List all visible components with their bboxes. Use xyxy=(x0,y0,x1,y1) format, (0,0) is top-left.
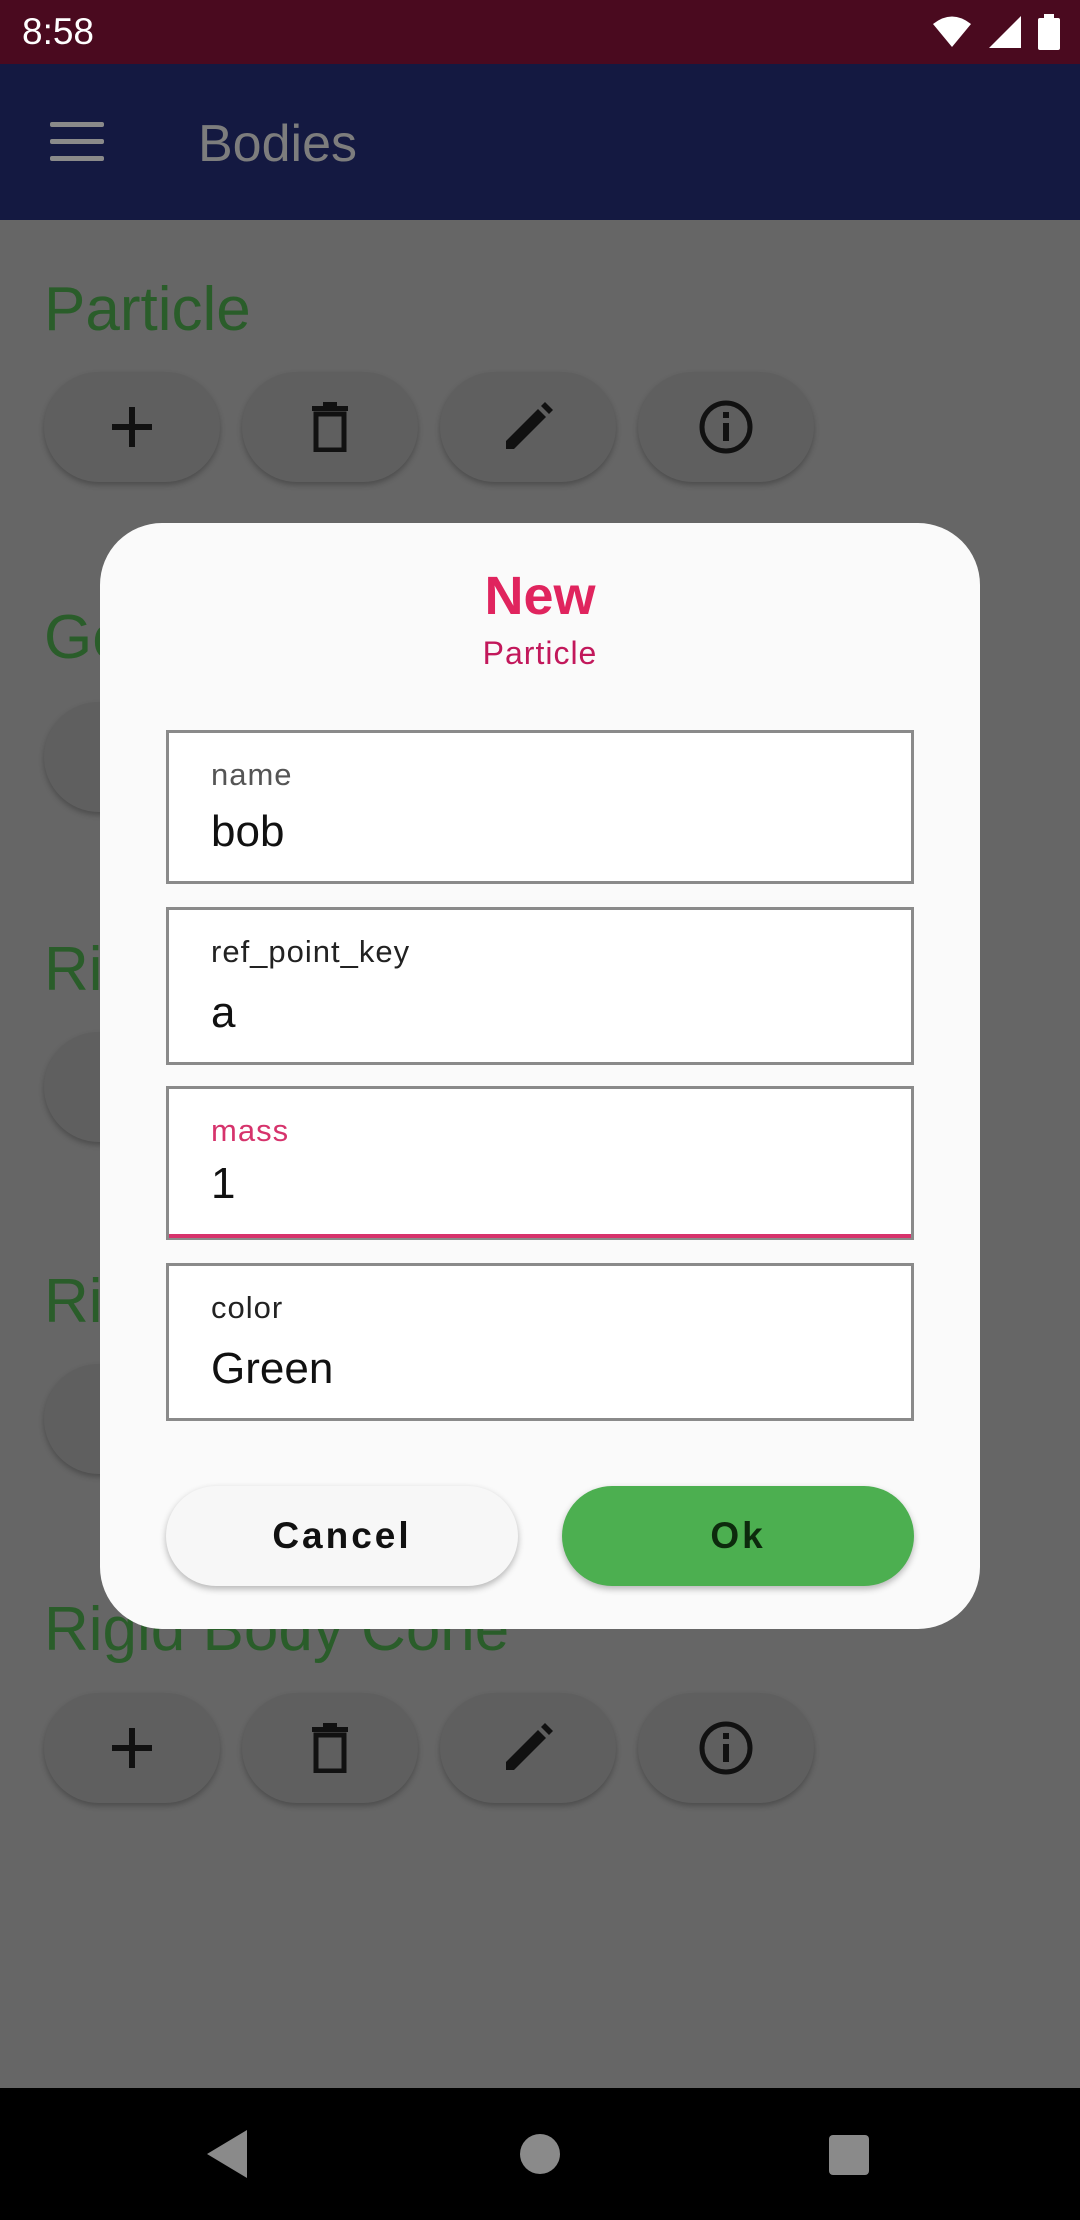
add-icon xyxy=(112,1728,152,1768)
dialog-title: New xyxy=(484,566,596,626)
name-field-label: name xyxy=(211,757,293,792)
recents-icon[interactable] xyxy=(829,2135,869,2175)
color-field-value: Green xyxy=(211,1344,334,1393)
name-field-value: bob xyxy=(211,807,285,856)
edit-icon xyxy=(506,402,553,449)
signal-icon xyxy=(989,16,1021,48)
edit-button[interactable] xyxy=(440,1693,616,1803)
edit-icon xyxy=(506,1723,553,1770)
cancel-button[interactable]: Cancel xyxy=(166,1486,518,1586)
particle-button-row xyxy=(44,372,814,482)
delete-icon xyxy=(312,402,348,452)
menu-icon[interactable] xyxy=(50,122,104,162)
delete-button[interactable] xyxy=(242,372,418,482)
color-field-label: color xyxy=(211,1290,284,1325)
app-bar: Bodies xyxy=(0,64,1080,220)
ref-point-key-field-label: ref_point_key xyxy=(211,934,411,969)
add-button[interactable] xyxy=(44,1693,220,1803)
new-particle-dialog: New Particle name bob ref_point_key a ma… xyxy=(100,523,980,1629)
info-button[interactable] xyxy=(638,372,814,482)
section-title-4: Ri xyxy=(44,1267,103,1336)
status-bar: 8:58 xyxy=(0,0,1080,64)
section-title-particle: Particle xyxy=(44,275,251,344)
ref-point-key-field[interactable]: ref_point_key a xyxy=(166,907,914,1065)
dialog-subtitle: Particle xyxy=(482,635,598,671)
info-icon xyxy=(699,1721,753,1775)
ok-button[interactable]: Ok xyxy=(562,1486,914,1586)
mass-field[interactable]: mass 1 xyxy=(166,1086,914,1240)
name-field[interactable]: name bob xyxy=(166,730,914,884)
add-icon xyxy=(112,407,152,447)
info-button[interactable] xyxy=(638,1693,814,1803)
ref-point-key-field-value: a xyxy=(211,988,236,1037)
status-icons xyxy=(932,14,1060,50)
screen: 8:58 Bodies Particle Ge Ri Ri Rigid Body… xyxy=(0,0,1080,2220)
delete-icon xyxy=(312,1723,348,1773)
navigation-bar xyxy=(0,2088,1080,2220)
battery-icon xyxy=(1038,14,1060,50)
back-icon[interactable] xyxy=(205,2128,251,2180)
home-icon[interactable] xyxy=(520,2134,560,2174)
focus-underline xyxy=(169,1234,911,1238)
mass-field-label: mass xyxy=(211,1113,290,1148)
cone-button-row xyxy=(44,1693,814,1803)
add-button[interactable] xyxy=(44,372,220,482)
mass-field-value: 1 xyxy=(211,1159,236,1208)
delete-button[interactable] xyxy=(242,1693,418,1803)
color-field[interactable]: color Green xyxy=(166,1263,914,1421)
wifi-icon xyxy=(933,16,971,47)
app-title: Bodies xyxy=(198,115,357,173)
section-title-3: Ri xyxy=(44,935,103,1004)
status-time: 8:58 xyxy=(22,11,95,52)
edit-button[interactable] xyxy=(440,372,616,482)
info-icon xyxy=(699,400,753,454)
